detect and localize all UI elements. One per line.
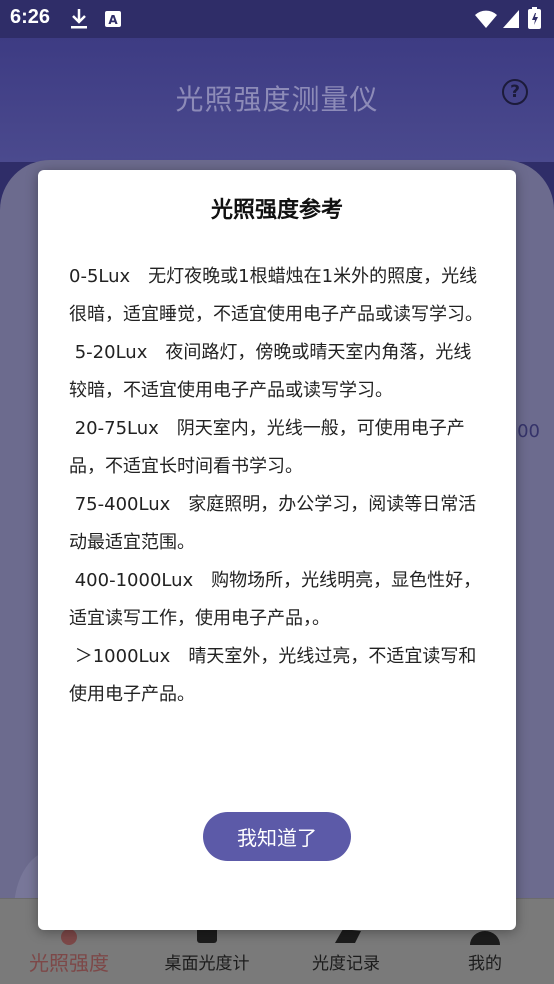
status-bar: 6:26 A xyxy=(0,0,554,38)
reference-entry: 0-5Lux 无灯夜晚或1根蜡烛在1米外的照度，光线很暗，适宜睡觉，不适宜使用电… xyxy=(69,266,483,325)
help-icon[interactable]: ? xyxy=(502,79,528,105)
reference-entry: 20-75Lux 阴天室内，光线一般，可使用电子产品，不适宜长时间看书学习。 xyxy=(69,418,465,477)
app-header: 光照强度测量仪 ? xyxy=(0,38,554,162)
reference-entry: 5-20Lux 夜间路灯，傍晚或晴天室内角落，光线较暗，不适宜使用电子产品或读写… xyxy=(69,342,472,401)
app-title: 光照强度测量仪 xyxy=(175,83,379,116)
signal-icon xyxy=(502,9,520,33)
font-icon: A xyxy=(104,10,122,32)
svg-text:A: A xyxy=(108,13,118,27)
reference-entry: 75-400Lux 家庭照明，办公学习，阅读等日常活动最适宜范围。 xyxy=(69,494,477,553)
wifi-icon xyxy=(474,9,498,33)
download-icon xyxy=(70,8,88,34)
peek-value: 00 xyxy=(517,421,540,442)
reference-entry: 400-1000Lux 购物场所，光线明亮，显色性好，适宜读写工作，使用电子产品… xyxy=(69,570,482,629)
nav-label: 我的 xyxy=(468,954,502,974)
nav-label: 光度记录 xyxy=(312,954,380,974)
nav-label: 光照强度 xyxy=(29,951,109,975)
status-time: 6:26 xyxy=(10,6,51,28)
reference-entry: ＞1000Lux 晴天室外，光线过亮，不适宜读写和使用电子产品。 xyxy=(69,646,477,705)
reference-list: 0-5Lux 无灯夜晚或1根蜡烛在1米外的照度，光线很暗，适宜睡觉，不适宜使用电… xyxy=(69,258,489,714)
confirm-button[interactable]: 我知道了 xyxy=(203,812,351,861)
reference-dialog: 光照强度参考 0-5Lux 无灯夜晚或1根蜡烛在1米外的照度，光线很暗，适宜睡觉… xyxy=(38,170,516,930)
dialog-title: 光照强度参考 xyxy=(210,198,343,223)
nav-label: 桌面光度计 xyxy=(164,954,250,974)
battery-icon xyxy=(528,7,541,33)
